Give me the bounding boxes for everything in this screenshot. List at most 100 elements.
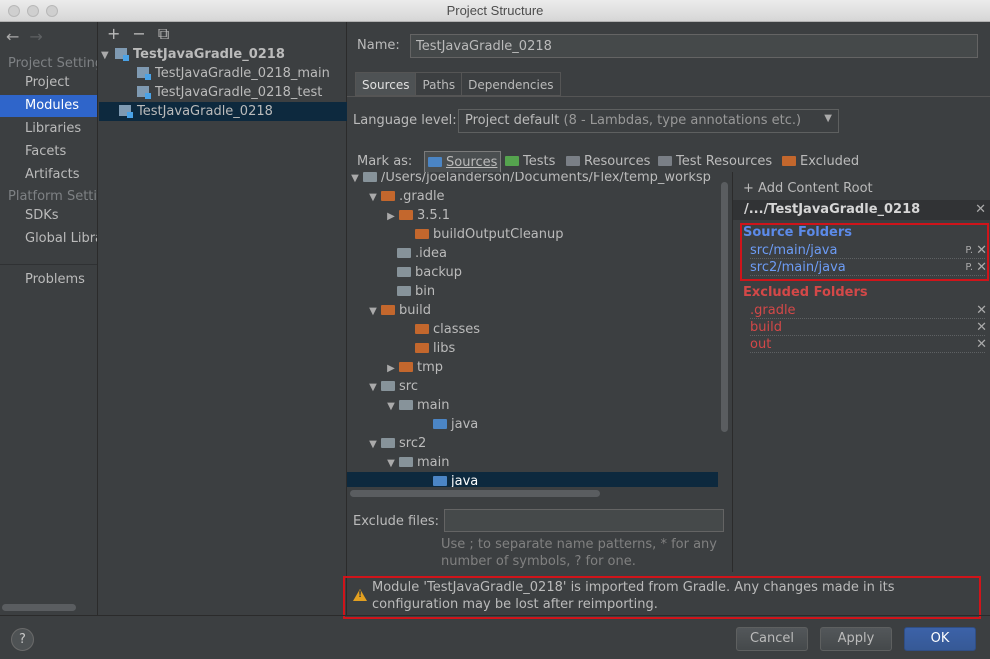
- module-tabs: Sources Paths Dependencies: [355, 72, 561, 96]
- excluded-folder-item[interactable]: out ✕: [750, 336, 987, 353]
- sidebar-item-libraries[interactable]: Libraries: [0, 118, 97, 140]
- arrow-left-icon[interactable]: ←: [6, 27, 19, 46]
- mark-tests-button[interactable]: Tests: [505, 151, 555, 173]
- tree-row[interactable]: ▼ main: [347, 453, 718, 472]
- expand-arrow-icon[interactable]: ▼: [365, 302, 381, 321]
- remove-module-button[interactable]: −: [132, 24, 145, 43]
- excluded-folders-title: Excluded Folders: [743, 285, 868, 300]
- mark-test-resources-button[interactable]: Test Resources: [658, 151, 772, 173]
- tests-folder-icon: [505, 156, 519, 166]
- folder-icon: [399, 210, 413, 220]
- tree-vertical-scrollbar[interactable]: [721, 182, 728, 432]
- excluded-folder-icon: [782, 156, 796, 166]
- arrow-right-icon[interactable]: →: [29, 27, 42, 46]
- expand-arrow-icon[interactable]: ▼: [365, 188, 381, 207]
- title-bar: Project Structure: [0, 0, 990, 22]
- sidebar-item-project[interactable]: Project: [0, 72, 97, 94]
- tree-row[interactable]: backup: [347, 263, 718, 282]
- warning-icon: !: [353, 589, 367, 601]
- tree-row[interactable]: ▼ build: [347, 301, 718, 320]
- module-tree-item[interactable]: ▼ TestJavaGradle_0218: [99, 45, 347, 64]
- tab-paths[interactable]: Paths: [416, 72, 463, 96]
- sidebar-item-problems[interactable]: Problems: [0, 269, 97, 291]
- tree-row[interactable]: ▼ .gradle: [347, 187, 718, 206]
- folder-icon: [399, 362, 413, 372]
- sidebar-item-facets[interactable]: Facets: [0, 141, 97, 163]
- folder-icon: [363, 172, 377, 182]
- mark-excluded-button[interactable]: Excluded: [782, 151, 859, 173]
- name-label: Name:: [357, 38, 400, 53]
- module-tree-item[interactable]: TestJavaGradle_0218_main: [99, 64, 347, 83]
- expand-arrow-icon[interactable]: ▼: [101, 46, 115, 65]
- exclude-files-hint: Use ; to separate name patterns, * for a…: [441, 537, 717, 569]
- add-module-button[interactable]: +: [107, 24, 120, 43]
- excluded-folder-item[interactable]: build ✕: [750, 319, 987, 336]
- add-content-root-button[interactable]: + Add Content Root: [743, 181, 873, 196]
- mark-resources-button[interactable]: Resources: [566, 151, 650, 173]
- folder-icon: [415, 229, 429, 239]
- tree-row[interactable]: ▼ src: [347, 377, 718, 396]
- cancel-button[interactable]: Cancel: [736, 627, 808, 651]
- expand-arrow-icon[interactable]: ▼: [347, 172, 363, 188]
- folder-tree: ▼/Users/joelanderson/Documents/Flex/temp…: [347, 172, 718, 487]
- tab-dependencies[interactable]: Dependencies: [462, 72, 561, 96]
- sidebar-item-artifacts[interactable]: Artifacts: [0, 164, 97, 186]
- apply-button[interactable]: Apply: [820, 627, 892, 651]
- remove-root-icon[interactable]: ✕: [975, 200, 986, 220]
- chevron-down-icon: ▼: [824, 113, 832, 124]
- expand-arrow-icon[interactable]: ▼: [365, 435, 381, 454]
- excluded-folder-item[interactable]: .gradle ✕: [750, 302, 987, 319]
- tree-row[interactable]: buildOutputCleanup: [347, 225, 718, 244]
- folder-icon: [399, 457, 413, 467]
- collapse-arrow-icon[interactable]: ▶: [383, 359, 399, 378]
- expand-arrow-icon[interactable]: ▼: [383, 454, 399, 473]
- folder-icon: [399, 400, 413, 410]
- module-tree-item[interactable]: TestJavaGradle_0218_test: [99, 83, 347, 102]
- test-resources-folder-icon: [658, 156, 672, 166]
- tree-row-selected[interactable]: java: [347, 472, 718, 487]
- module-name-input[interactable]: [410, 34, 978, 58]
- remove-icon[interactable]: ✕: [976, 302, 987, 319]
- remove-icon[interactable]: ✕: [976, 319, 987, 336]
- tree-row[interactable]: classes: [347, 320, 718, 339]
- sidebar-item-modules[interactable]: Modules: [0, 95, 97, 117]
- content-root-path: /.../TestJavaGradle_0218 ✕: [733, 200, 990, 220]
- remove-icon[interactable]: ✕: [976, 336, 987, 353]
- folder-icon: [381, 191, 395, 201]
- tree-row[interactable]: java: [347, 415, 718, 434]
- tree-row[interactable]: bin: [347, 282, 718, 301]
- tree-row[interactable]: ▶ tmp: [347, 358, 718, 377]
- ok-button[interactable]: OK: [904, 627, 976, 651]
- folder-icon: [397, 248, 411, 258]
- tree-horizontal-scrollbar[interactable]: [350, 490, 600, 497]
- module-icon: [137, 67, 151, 80]
- tab-sources[interactable]: Sources: [355, 72, 417, 96]
- warning-text: Module 'TestJavaGradle_0218' is imported…: [372, 580, 895, 612]
- tree-row[interactable]: libs: [347, 339, 718, 358]
- tree-row[interactable]: ▼ src2: [347, 434, 718, 453]
- language-level-select[interactable]: Project default (8 - Lambdas, type annot…: [458, 109, 839, 133]
- sidebar-item-sdks[interactable]: SDKs: [0, 205, 97, 227]
- expand-arrow-icon[interactable]: ▼: [383, 397, 399, 416]
- tree-row[interactable]: ▼ main: [347, 396, 718, 415]
- tree-row[interactable]: ▼/Users/joelanderson/Documents/Flex/temp…: [347, 172, 718, 187]
- tree-row[interactable]: ▶ 3.5.1: [347, 206, 718, 225]
- sidebar-item-global-libraries[interactable]: Global Libraries: [0, 228, 97, 250]
- folder-icon: [397, 267, 411, 277]
- expand-arrow-icon[interactable]: ▼: [365, 378, 381, 397]
- module-tree-item-selected[interactable]: TestJavaGradle_0218: [99, 102, 347, 121]
- sidebar-scrollbar[interactable]: [2, 604, 76, 611]
- collapse-arrow-icon[interactable]: ▶: [383, 207, 399, 226]
- folder-icon: [381, 305, 395, 315]
- exclude-files-input[interactable]: [444, 509, 724, 532]
- tree-row[interactable]: .idea: [347, 244, 718, 263]
- folder-icon: [381, 438, 395, 448]
- help-button[interactable]: ?: [11, 628, 34, 651]
- source-folders-highlight: [740, 223, 989, 281]
- language-level-label: Language level:: [353, 113, 457, 128]
- mark-sources-button[interactable]: Sources: [424, 151, 502, 173]
- copy-icon[interactable]: ⧉: [158, 24, 169, 43]
- platform-settings-header: Platform Settings: [8, 189, 98, 204]
- source-folder-icon: [433, 476, 447, 486]
- sidebar-divider: [0, 264, 97, 265]
